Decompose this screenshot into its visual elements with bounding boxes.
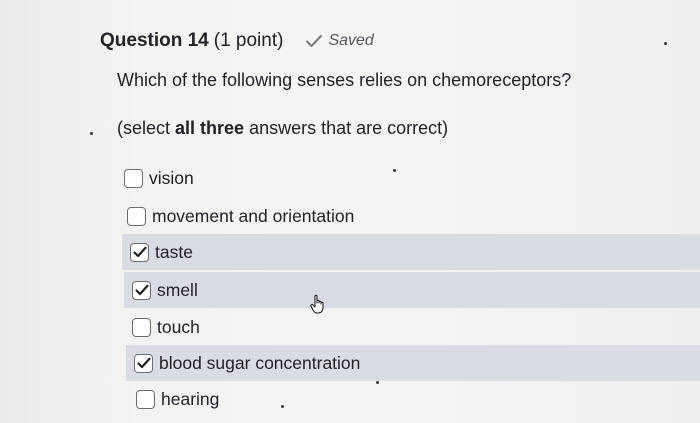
speck bbox=[376, 381, 379, 384]
instruction-emphasis: all three bbox=[175, 118, 245, 138]
question-points: (1 point) bbox=[213, 30, 284, 51]
answer-option-smell[interactable]: smell bbox=[124, 272, 700, 308]
instruction-suffix: answers that are correct) bbox=[244, 118, 449, 138]
hand-pointer-icon bbox=[310, 294, 324, 314]
checkmark-icon bbox=[132, 246, 147, 258]
answer-option-label: movement and orientation bbox=[152, 205, 355, 226]
speck bbox=[664, 42, 667, 45]
quiz-page: Question 14 (1 point) Saved Which of the… bbox=[0, 0, 700, 423]
answer-option-label: touch bbox=[157, 316, 200, 337]
checkbox-checked[interactable] bbox=[130, 242, 149, 262]
checkbox-checked[interactable] bbox=[134, 353, 153, 373]
checkmark-icon bbox=[306, 35, 323, 47]
answer-option-hearing[interactable]: hearing bbox=[136, 381, 256, 417]
checkmark-icon bbox=[136, 357, 151, 369]
answer-option-label: hearing bbox=[161, 388, 220, 409]
checkbox[interactable] bbox=[132, 317, 151, 337]
question-header: Question 14 (1 point) Saved bbox=[100, 30, 374, 52]
checkmark-icon bbox=[134, 284, 149, 296]
checkbox[interactable] bbox=[127, 206, 146, 226]
instruction-prefix: (select bbox=[117, 118, 176, 138]
checkbox[interactable] bbox=[136, 389, 155, 409]
answer-option-vision[interactable]: vision bbox=[124, 160, 244, 196]
answer-option-label: smell bbox=[157, 279, 198, 300]
speck bbox=[393, 169, 396, 172]
checkbox-checked[interactable] bbox=[132, 280, 151, 300]
question-title: Question 14 bbox=[100, 30, 209, 51]
speck bbox=[281, 405, 284, 408]
question-instruction: (select all three answers that are corre… bbox=[117, 118, 448, 139]
speck bbox=[90, 132, 93, 135]
saved-status: Saved bbox=[305, 32, 374, 50]
checkbox[interactable] bbox=[124, 168, 143, 188]
answer-option-blood-sugar-concentration[interactable]: blood sugar concentration bbox=[126, 345, 700, 381]
saved-status-label: Saved bbox=[328, 32, 374, 49]
answer-option-label: taste bbox=[155, 241, 193, 262]
answer-option-movement-and-orientation[interactable]: movement and orientation bbox=[127, 198, 387, 234]
answer-option-taste[interactable]: taste bbox=[122, 234, 700, 270]
answer-option-label: blood sugar concentration bbox=[159, 352, 361, 373]
question-prompt: Which of the following senses relies on … bbox=[117, 70, 572, 90]
answer-option-touch[interactable]: touch bbox=[132, 309, 252, 345]
answer-option-label: vision bbox=[149, 167, 194, 188]
